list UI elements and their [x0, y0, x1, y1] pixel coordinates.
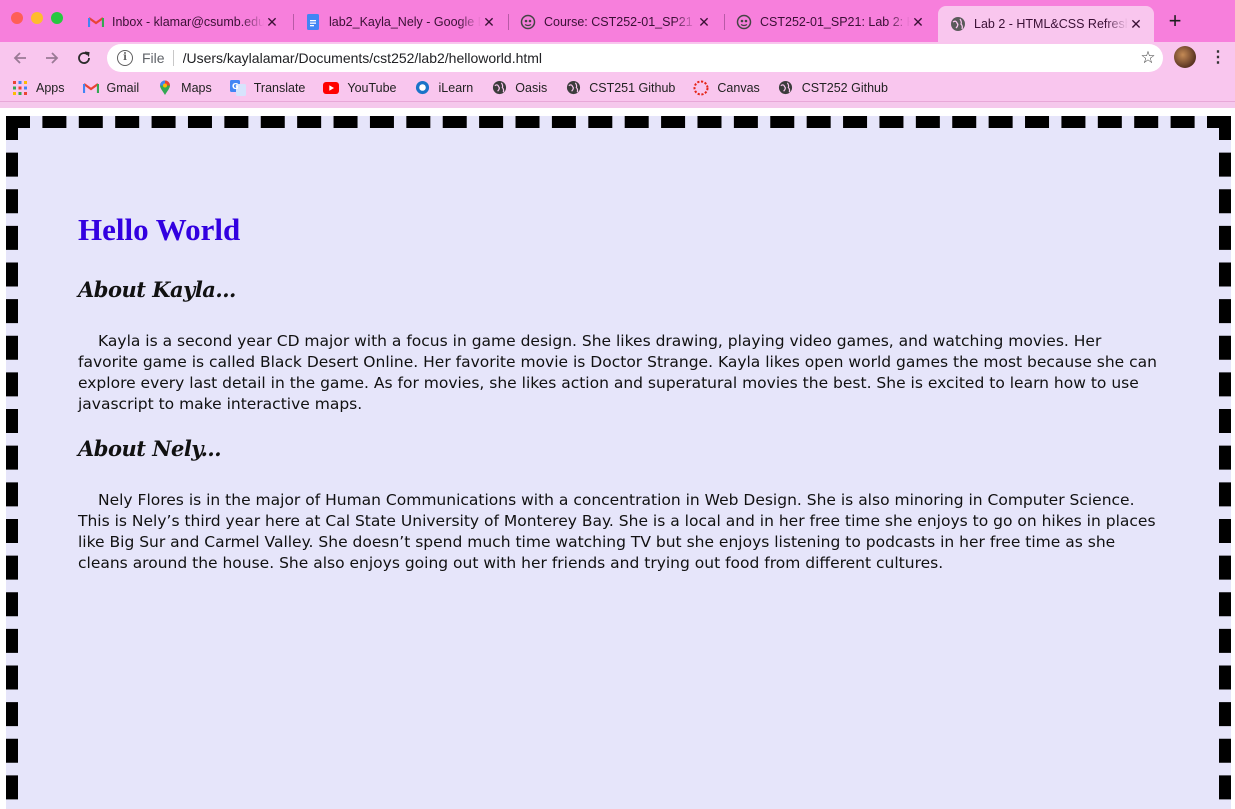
bookmark-oasis[interactable]: Oasis — [491, 80, 547, 96]
tab-gmail-inbox[interactable]: Inbox - klamar@csumb.edu ✕ — [76, 6, 290, 38]
tab-title: lab2_Kayla_Nely - Google Docs — [329, 15, 481, 29]
window-minimize-button[interactable] — [31, 12, 43, 24]
window-close-button[interactable] — [11, 12, 23, 24]
page-container: Hello World About Kayla... Kayla is a se… — [6, 116, 1231, 809]
about-kayla-heading: About Kayla... — [78, 277, 236, 302]
browser-toolbar: i File /Users/kaylalamar/Documents/cst25… — [0, 42, 1235, 74]
tab-title: Lab 2 - HTML&CSS Refresher — [974, 17, 1128, 31]
page-title: Hello World — [78, 212, 241, 247]
bookmark-gmail[interactable]: Gmail — [82, 80, 140, 96]
window-zoom-button[interactable] — [51, 12, 63, 24]
youtube-icon — [323, 80, 340, 96]
bookmark-label: Translate — [253, 80, 306, 95]
bookmark-maps[interactable]: Maps — [157, 80, 212, 96]
bookmark-youtube[interactable]: YouTube — [323, 80, 397, 96]
reload-icon[interactable] — [72, 46, 96, 70]
apps-grid-icon — [12, 80, 28, 96]
tab-close-icon[interactable]: ✕ — [1128, 16, 1144, 33]
moodle-icon — [520, 14, 536, 30]
tab-lab2-assignment[interactable]: CST252-01_SP21: Lab 2: HTML ✕ — [724, 6, 936, 38]
tab-close-icon[interactable]: ✕ — [696, 14, 712, 31]
info-icon[interactable]: i — [117, 50, 133, 66]
bookmark-translate[interactable]: G Translate — [229, 79, 306, 96]
bookmarks-bar: Apps Gmail Maps G Translate YouTube iLea… — [0, 74, 1235, 102]
tab-close-icon[interactable]: ✕ — [910, 14, 926, 31]
svg-text:G: G — [232, 82, 239, 91]
bookmark-canvas[interactable]: Canvas — [693, 80, 760, 96]
back-arrow-icon[interactable] — [8, 46, 32, 70]
tab-course-cst252[interactable]: Course: CST252-01_SP21 ✕ — [508, 6, 722, 38]
gmail-icon — [88, 14, 104, 30]
translate-icon: G — [229, 79, 246, 96]
bookmark-label: iLearn — [438, 80, 474, 95]
bookmark-label: Oasis — [515, 80, 548, 95]
bookmark-cst252-github[interactable]: CST252 Github — [778, 80, 888, 96]
about-nely-paragraph: Nely Flores is in the major of Human Com… — [78, 491, 1156, 572]
tab-close-icon[interactable]: ✕ — [264, 14, 280, 31]
bookmark-label: CST252 Github — [801, 80, 888, 95]
bookmark-ilearn[interactable]: iLearn — [415, 80, 474, 96]
web-viewport: Hello World About Kayla... Kayla is a se… — [0, 108, 1235, 809]
tab-lab2-refresher-active[interactable]: Lab 2 - HTML&CSS Refresher ✕ — [938, 6, 1154, 42]
tab-google-docs[interactable]: lab2_Kayla_Nely - Google Docs ✕ — [293, 6, 507, 38]
url-text[interactable]: /Users/kaylalamar/Documents/cst252/lab2/… — [183, 50, 1133, 66]
moodle-icon — [736, 14, 752, 30]
google-docs-icon — [305, 14, 321, 30]
bookmark-label: CST251 Github — [589, 80, 676, 95]
bookmark-label: Maps — [181, 80, 212, 95]
new-tab-button[interactable]: + — [1164, 10, 1186, 32]
maps-pin-icon — [157, 80, 173, 96]
globe-icon — [491, 80, 507, 96]
about-nely-heading: About Nely... — [78, 436, 222, 461]
url-scheme-label: File — [142, 50, 165, 66]
ilearn-icon — [415, 80, 431, 96]
globe-icon — [950, 16, 966, 32]
menu-kebab-icon[interactable]: ⋮ — [1208, 48, 1228, 68]
bookmark-apps[interactable]: Apps — [12, 80, 65, 96]
bookmark-label: YouTube — [347, 80, 397, 95]
canvas-icon — [693, 80, 709, 96]
omnibox-divider — [172, 50, 174, 66]
tab-title: Course: CST252-01_SP21 — [544, 15, 693, 29]
globe-icon — [778, 80, 794, 96]
gmail-icon — [82, 80, 99, 96]
bookmark-star-icon[interactable]: ☆ — [1133, 48, 1163, 68]
bookmark-cst251-github[interactable]: CST251 Github — [565, 80, 675, 96]
bookmark-label: Apps — [36, 80, 65, 95]
globe-icon — [565, 80, 581, 96]
tab-close-icon[interactable]: ✕ — [481, 14, 497, 31]
forward-arrow-icon[interactable] — [40, 46, 64, 70]
profile-avatar[interactable] — [1174, 46, 1196, 68]
tab-title: Inbox - klamar@csumb.edu — [112, 15, 264, 29]
bookmark-label: Canvas — [717, 80, 760, 95]
about-kayla-paragraph: Kayla is a second year CD major with a f… — [78, 332, 1157, 413]
tab-title: CST252-01_SP21: Lab 2: HTML — [760, 15, 910, 29]
tab-strip: Inbox - klamar@csumb.edu ✕ lab2_Kayla_Ne… — [0, 0, 1235, 42]
address-bar[interactable]: i File /Users/kaylalamar/Documents/cst25… — [107, 44, 1163, 72]
bookmark-label: Gmail — [106, 80, 140, 95]
